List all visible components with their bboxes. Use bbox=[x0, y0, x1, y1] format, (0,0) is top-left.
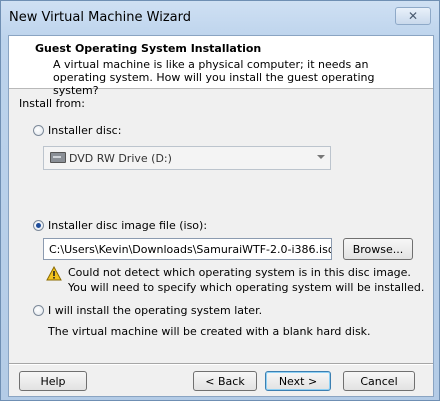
warning-line-2: You will need to specify which operating… bbox=[68, 281, 425, 294]
close-button[interactable]: ✕ bbox=[395, 7, 431, 25]
window-title: New Virtual Machine Wizard bbox=[9, 10, 191, 25]
warning-icon bbox=[46, 266, 62, 281]
browse-button[interactable]: Browse... bbox=[343, 238, 413, 260]
installer-disc-label[interactable]: Installer disc: bbox=[48, 124, 121, 137]
install-later-radio[interactable] bbox=[33, 305, 44, 316]
back-button[interactable]: < Back bbox=[193, 371, 257, 391]
chevron-down-icon bbox=[317, 155, 325, 159]
browse-button-label: Browse... bbox=[352, 242, 404, 256]
install-later-note: The virtual machine will be created with… bbox=[48, 325, 371, 338]
next-button-label: Next > bbox=[278, 374, 318, 388]
page-title: Guest Operating System Installation bbox=[35, 42, 262, 55]
cancel-button[interactable]: Cancel bbox=[343, 371, 415, 391]
cancel-button-label: Cancel bbox=[360, 374, 398, 388]
install-later-label[interactable]: I will install the operating system late… bbox=[48, 304, 262, 317]
dvd-drive-icon bbox=[50, 152, 66, 163]
iso-image-radio[interactable] bbox=[33, 220, 44, 231]
title-bar[interactable]: New Virtual Machine Wizard ✕ bbox=[1, 1, 439, 35]
close-icon: ✕ bbox=[407, 9, 419, 23]
wizard-window: New Virtual Machine Wizard ✕ Guest Opera… bbox=[0, 0, 440, 401]
help-button-label: Help bbox=[40, 374, 66, 388]
wizard-header: Guest Operating System Installation A vi… bbox=[9, 36, 433, 97]
page-description: A virtual machine is like a physical com… bbox=[53, 58, 375, 97]
installer-disc-radio[interactable] bbox=[33, 125, 44, 136]
disc-drive-dropdown[interactable]: DVD RW Drive (D:) bbox=[43, 146, 331, 170]
wizard-client: Guest Operating System Installation A vi… bbox=[8, 35, 434, 397]
help-button[interactable]: Help bbox=[19, 371, 87, 391]
back-button-label: < Back bbox=[205, 374, 245, 388]
install-from-label: Install from: bbox=[19, 97, 85, 110]
next-button[interactable]: Next > bbox=[265, 371, 331, 391]
iso-image-label[interactable]: Installer disc image file (iso): bbox=[48, 219, 207, 232]
disc-drive-value: DVD RW Drive (D:) bbox=[69, 152, 172, 165]
footer-separator bbox=[9, 363, 433, 365]
warning-line-1: Could not detect which operating system … bbox=[68, 266, 411, 279]
iso-path-input[interactable]: C:\Users\Kevin\Downloads\SamuraiWTF-2.0-… bbox=[43, 238, 332, 260]
